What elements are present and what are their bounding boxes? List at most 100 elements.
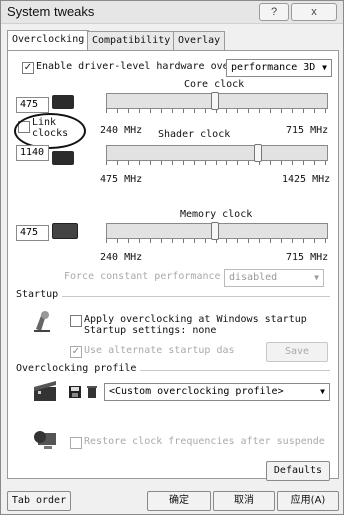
tick-mark (303, 161, 305, 165)
system-tweaks-window: System tweaks ? x Overclocking Compatibi… (0, 0, 344, 515)
apply-startup-checkbox[interactable] (70, 315, 82, 327)
tab-order-button[interactable]: Tab order (7, 491, 71, 511)
tick-mark (292, 109, 294, 113)
tick-mark (204, 239, 206, 243)
chevron-down-icon: ▼ (322, 63, 327, 72)
memory-max-label: 715 MHz (286, 252, 329, 263)
tick-mark (226, 239, 228, 243)
tab-overlay[interactable]: Overlay (173, 31, 226, 50)
tick-mark (106, 109, 107, 113)
highlight-circle (14, 113, 86, 149)
startup-settings-label: Startup settings: none (84, 325, 217, 336)
tick-mark (237, 239, 239, 243)
tick-mark (281, 109, 283, 113)
tick-mark (226, 109, 228, 113)
memory-chip-icon (52, 223, 78, 239)
tick-mark (116, 109, 118, 113)
tick-mark (215, 239, 217, 243)
core-clock-title: Core clock (184, 79, 245, 90)
tick-mark (171, 239, 173, 243)
memory-clock-thumb[interactable] (210, 222, 219, 240)
shader-chip-icon (52, 151, 74, 165)
force-performance-value: disabled (229, 272, 278, 283)
core-clock-input[interactable]: 475 (16, 97, 49, 113)
tick-mark (182, 109, 184, 113)
tick-mark (259, 109, 261, 113)
window-title: System tweaks (7, 4, 95, 19)
chevron-down-icon: ▼ (314, 273, 319, 282)
shader-clock-input[interactable]: 1140 (16, 145, 49, 161)
shader-clock-title: Shader clock (158, 129, 231, 140)
tick-mark (281, 161, 283, 165)
memory-clock-title: Memory clock (180, 209, 253, 220)
force-performance-label: Force constant performance (64, 271, 221, 282)
chevron-down-icon: ▼ (320, 387, 325, 396)
shader-clock-ticks (106, 161, 326, 165)
tab-compatibility[interactable]: Compatibility (87, 31, 176, 50)
tick-mark (149, 161, 151, 165)
tick-mark (138, 239, 140, 243)
memory-clock-ticks (106, 239, 326, 243)
tick-mark (171, 161, 173, 165)
tick-mark (270, 161, 272, 165)
shader-clock-slider[interactable] (106, 145, 328, 161)
tick-mark (106, 239, 107, 243)
apply-button[interactable]: 应用(A) (277, 491, 339, 511)
startup-divider (62, 296, 330, 297)
tick-mark (193, 239, 195, 243)
monitor-sleep-icon (34, 431, 56, 449)
core-clock-thumb[interactable] (210, 92, 219, 110)
mode-value: performance 3D (231, 62, 316, 73)
tick-mark (292, 161, 294, 165)
tick-mark (292, 239, 294, 243)
tick-mark (281, 239, 283, 243)
save-profile-icon[interactable] (68, 385, 82, 399)
mode-select[interactable]: performance 3D ▼ (226, 59, 332, 77)
profile-select[interactable]: <Custom overclocking profile> ▼ (104, 383, 330, 401)
overclocking-panel: ✓ Enable driver-level hardware overc per… (7, 50, 339, 481)
gpu-chip-icon (52, 95, 74, 109)
tick-mark (127, 109, 129, 113)
tab-overclocking[interactable]: Overclocking (7, 30, 90, 51)
tick-mark (270, 239, 272, 243)
tick-mark (314, 109, 316, 113)
help-button[interactable]: ? (259, 3, 289, 21)
tick-mark (259, 161, 261, 165)
restore-clocks-checkbox[interactable] (70, 437, 82, 449)
tick-mark (160, 239, 162, 243)
ok-button[interactable]: 确定 (147, 491, 211, 511)
tick-mark (226, 161, 228, 165)
profile-value: <Custom overclocking profile> (109, 386, 284, 397)
tick-mark (248, 239, 250, 243)
profile-divider (140, 370, 330, 371)
tick-mark (116, 161, 118, 165)
tick-mark (204, 109, 206, 113)
force-performance-select[interactable]: disabled ▼ (224, 269, 324, 287)
tick-mark (248, 109, 250, 113)
core-clock-ticks (106, 109, 326, 113)
save-button[interactable]: Save (266, 342, 328, 362)
close-button[interactable]: x (291, 3, 337, 21)
delete-profile-icon[interactable] (86, 385, 98, 399)
tick-mark (127, 161, 129, 165)
alternate-startup-checkbox[interactable]: ✓ (70, 346, 82, 358)
cancel-button[interactable]: 取消 (213, 491, 275, 511)
clapperboard-icon (34, 381, 56, 401)
tick-mark (116, 239, 118, 243)
tick-mark (248, 161, 250, 165)
shader-clock-thumb[interactable] (254, 144, 263, 162)
tick-mark (270, 109, 272, 113)
shader-max-label: 1425 MHz (282, 174, 331, 185)
restore-clocks-label: Restore clock frequencies after suspende (84, 436, 325, 447)
defaults-button[interactable]: Defaults (266, 461, 330, 481)
alternate-startup-label: Use alternate startup das (84, 345, 235, 356)
title-bar: System tweaks ? x (1, 1, 343, 24)
tick-mark (160, 109, 162, 113)
memory-clock-input[interactable]: 475 (16, 225, 49, 241)
tick-mark (171, 109, 173, 113)
tick-mark (314, 239, 316, 243)
tick-mark (193, 161, 195, 165)
apply-startup-label: Apply overclocking at Windows startup (84, 314, 307, 325)
tick-mark (182, 239, 184, 243)
enable-checkbox[interactable]: ✓ (22, 62, 34, 74)
